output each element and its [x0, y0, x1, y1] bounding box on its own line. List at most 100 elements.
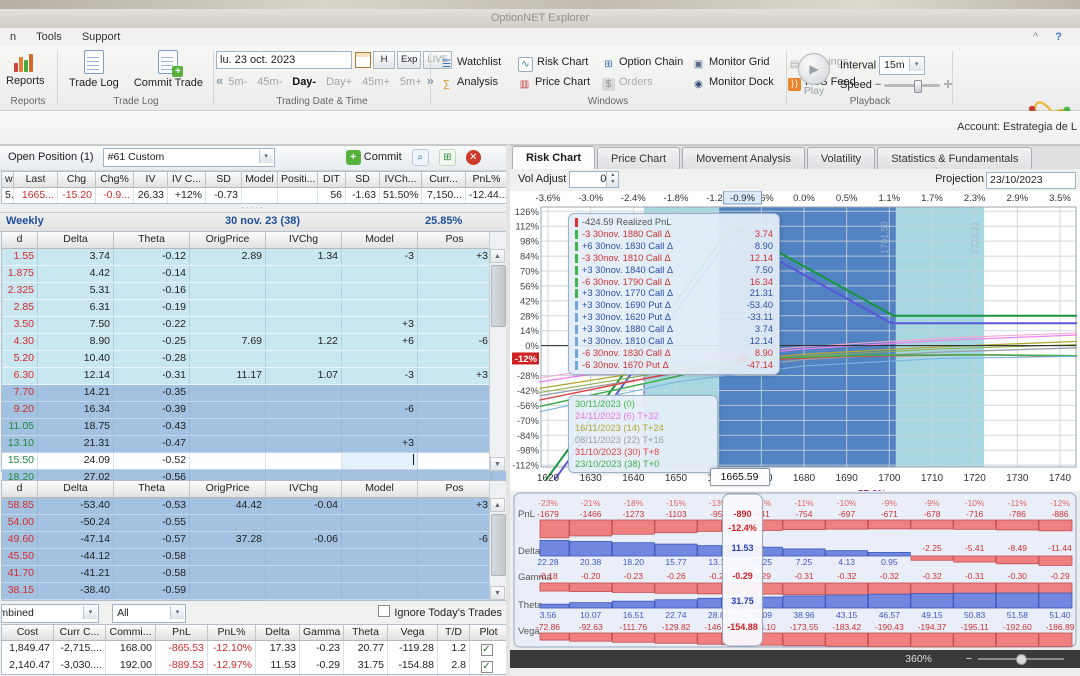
time-step-button[interactable]: Day+ — [321, 76, 357, 88]
table-row[interactable]: 1.55 3.74 -0.12 2.89 1.34 -3 +3 — [2, 249, 506, 266]
table-cell[interactable] — [266, 351, 342, 367]
horizontal-splitter[interactable]: ····· — [0, 204, 506, 212]
zoom-out-icon[interactable]: − — [966, 653, 972, 665]
table-cell[interactable]: 5... — [2, 188, 14, 204]
table-row[interactable]: 5.20 10.40 -0.28 — [2, 351, 506, 368]
table-cell[interactable] — [190, 300, 266, 316]
tab-movement-analysis[interactable]: Movement Analysis — [682, 147, 805, 170]
time-step-button[interactable]: 5m+ — [395, 76, 427, 88]
table-row[interactable]: 41.70 -41.21 -0.58 — [2, 566, 506, 583]
table-cell[interactable]: -0.35 — [114, 385, 190, 401]
table-cell[interactable]: -12.44... — [466, 188, 508, 204]
table-cell[interactable]: -0.23 — [300, 641, 344, 658]
strategy-select[interactable]: #61 Custom ▾ — [102, 147, 275, 167]
table-cell[interactable]: 2.325 — [2, 283, 38, 299]
table-cell[interactable] — [190, 317, 266, 333]
table-cell[interactable] — [342, 566, 418, 582]
table-cell[interactable] — [266, 453, 342, 469]
table-cell[interactable]: 2.85 — [2, 300, 38, 316]
table-cell[interactable]: -865.53 — [156, 641, 208, 658]
table-cell[interactable] — [190, 453, 266, 469]
plot-checkbox[interactable]: ✓ — [480, 661, 493, 673]
tab-risk-chart[interactable]: Risk Chart — [512, 146, 596, 170]
table-cell[interactable]: +3 — [418, 368, 492, 384]
table-cell[interactable]: -1.63 — [346, 188, 380, 204]
table-cell[interactable]: 21.31 — [38, 436, 114, 452]
table-cell[interactable]: +6 — [342, 334, 418, 350]
table-row[interactable]: 11.05 18.75 -0.43 — [2, 419, 506, 436]
table-cell[interactable]: 6.31 — [38, 300, 114, 316]
table-cell[interactable]: -0.19 — [114, 300, 190, 316]
table-cell[interactable] — [190, 515, 266, 531]
table-row[interactable]: 49.60 -47.14 -0.57 37.28 -0.06 -6 — [2, 532, 506, 549]
combined-select[interactable]: Combined▾ — [1, 604, 99, 623]
table-cell[interactable]: +3 — [418, 249, 492, 265]
table-row[interactable]: 4.30 8.90 -0.25 7.69 1.22 +6 -6 — [2, 334, 506, 351]
table-row[interactable]: 58.85 -53.40 -0.53 44.42 -0.04 +3 — [2, 498, 506, 515]
table-cell[interactable] — [342, 266, 418, 282]
zoom-slider[interactable] — [978, 654, 1064, 666]
risk-chart[interactable]: 1642.511660.081701.501722.21-3.6%-3.0%-2… — [510, 190, 1080, 506]
projection-date-input[interactable]: 23/10/2023 — [986, 172, 1076, 189]
table-cell[interactable]: -0.73 — [206, 188, 242, 204]
table-cell[interactable]: 4.30 — [2, 334, 38, 350]
table-cell[interactable]: 49.60 — [2, 532, 38, 548]
help-icon[interactable]: ? — [1055, 28, 1062, 47]
table-cell[interactable]: -2,715.... — [54, 641, 106, 658]
table-cell[interactable]: 3.74 — [38, 249, 114, 265]
scroll-up-icon[interactable]: ▲ — [490, 249, 505, 263]
table-cell[interactable]: 1.55 — [2, 249, 38, 265]
table-cell[interactable]: -6 — [418, 334, 492, 350]
table-cell[interactable]: -0.14 — [114, 266, 190, 282]
table-cell[interactable]: 7,150... — [422, 188, 466, 204]
table-cell[interactable]: -0.29 — [300, 658, 344, 675]
table-row[interactable]: 13.10 21.31 -0.47 +3 — [2, 436, 506, 453]
table-cell[interactable]: -12.10% — [208, 641, 256, 658]
table-cell[interactable]: 38.15 — [2, 583, 38, 599]
table-cell[interactable]: 192.00 — [106, 658, 156, 675]
table-row[interactable]: 45.50 -44.12 -0.58 — [2, 549, 506, 566]
table-cell[interactable]: 31.75 — [344, 658, 388, 675]
table-cell[interactable]: -0.22 — [114, 317, 190, 333]
table-cell[interactable]: 17.33 — [256, 641, 300, 658]
scroll-down-icon[interactable]: ▼ — [490, 457, 505, 471]
table-cell[interactable] — [266, 583, 342, 599]
table-cell[interactable]: 13.10 — [2, 436, 38, 452]
table-cell[interactable]: 51.50% — [380, 188, 422, 204]
windows-button-option-chain[interactable]: ⊞ Option Chain — [602, 53, 686, 73]
table-row[interactable]: 2,140.47 -3,030.... 192.00 -889.53 -12.97% 11… — [2, 658, 508, 675]
table-cell[interactable]: 2,140.47 — [2, 658, 54, 675]
table-cell[interactable]: 16.34 — [38, 402, 114, 418]
table-cell[interactable]: -0.52 — [114, 453, 190, 469]
table-cell[interactable]: 15.50 — [2, 453, 38, 469]
table-cell[interactable]: -119.28 — [388, 641, 438, 658]
table-cell[interactable]: 41.70 — [2, 566, 38, 582]
table-cell[interactable] — [278, 188, 318, 204]
table-cell[interactable]: 2.8 — [438, 658, 470, 675]
table-cell[interactable]: -53.40 — [38, 498, 114, 514]
time-step-button[interactable]: 5m- — [223, 76, 252, 88]
table-cell[interactable]: -3 — [342, 368, 418, 384]
menu-item[interactable]: n — [0, 28, 26, 47]
table-cell[interactable]: -0.43 — [114, 419, 190, 435]
table-cell[interactable]: -0.9... — [96, 188, 134, 204]
table-cell[interactable]: -6 — [418, 532, 492, 548]
table-cell[interactable]: 1.34 — [266, 249, 342, 265]
windows-button-monitor-dock[interactable]: ◉ Monitor Dock — [692, 73, 782, 93]
table-cell[interactable] — [190, 351, 266, 367]
horizontal-splitter[interactable]: ····· — [0, 472, 506, 480]
table-cell[interactable] — [342, 498, 418, 514]
table-cell[interactable]: 5.20 — [2, 351, 38, 367]
commit-trade-button[interactable]: + Commit Trade — [128, 47, 209, 91]
table-cell[interactable] — [342, 532, 418, 548]
table-cell[interactable] — [190, 549, 266, 565]
table-cell[interactable]: 44.42 — [190, 498, 266, 514]
vertical-scrollbar[interactable]: ▲ ▼ — [489, 232, 506, 471]
table-row[interactable]: 1,849.47 -2,715.... 168.00 -865.53 -12.10% 17… — [2, 641, 508, 658]
table-cell[interactable]: 24.09 — [38, 453, 114, 469]
table-cell[interactable] — [190, 436, 266, 452]
table-cell[interactable] — [342, 549, 418, 565]
table-cell[interactable] — [342, 419, 418, 435]
table-cell[interactable]: 10.40 — [38, 351, 114, 367]
table-cell[interactable] — [190, 566, 266, 582]
